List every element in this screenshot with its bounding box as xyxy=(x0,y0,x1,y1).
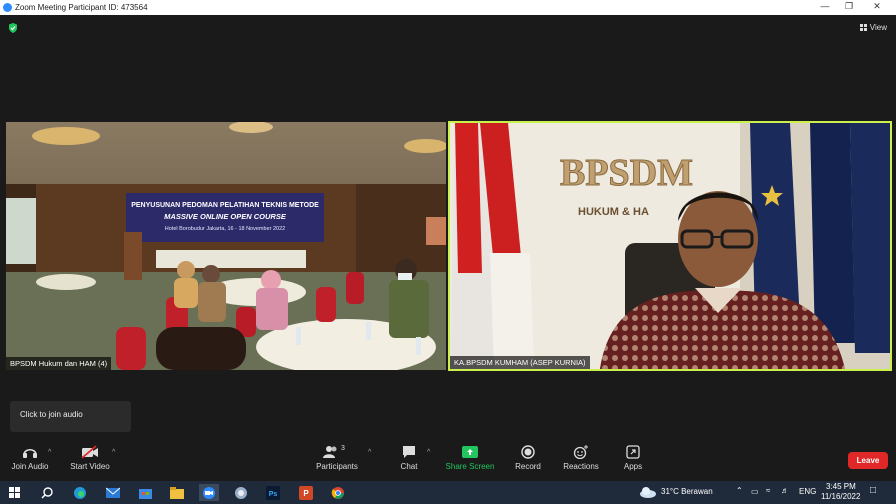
svg-text:P: P xyxy=(303,489,309,498)
participants-label: Participants xyxy=(316,462,358,471)
edge-browser-icon[interactable] xyxy=(70,484,90,501)
participants-caret-icon[interactable]: ^ xyxy=(368,449,371,456)
shield-icon[interactable] xyxy=(8,23,18,33)
speaker-icon[interactable]: ♬ xyxy=(781,486,789,495)
participants-icon: 3 xyxy=(323,445,351,459)
start-video-label: Start Video xyxy=(70,462,110,471)
record-button[interactable]: Record xyxy=(510,445,546,471)
banner-line3: Hotel Borobudur Jakarta, 16 - 18 Novembe… xyxy=(165,226,285,232)
notification-icon[interactable]: □ xyxy=(870,485,876,496)
room-video-frame: PENYUSUNAN PEDOMAN PELATIHAN TEKNIS METO… xyxy=(6,122,446,370)
video-tile-speaker[interactable]: BPSDM HUKUM & HA KA.BPSDM KUMHAM (ASEP K… xyxy=(448,121,892,371)
wifi-icon[interactable]: ≈ xyxy=(766,486,770,495)
join-audio-caret-icon[interactable]: ^ xyxy=(48,449,51,456)
grid-view-icon xyxy=(859,24,867,31)
join-audio-label: Join Audio xyxy=(11,462,49,471)
smiley-icon xyxy=(573,445,588,459)
leave-button[interactable]: Leave xyxy=(848,452,888,469)
reactions-label: Reactions xyxy=(563,462,599,471)
mail-icon[interactable] xyxy=(103,484,123,501)
powerpoint-icon[interactable]: P xyxy=(296,484,316,501)
chat-button[interactable]: Chat xyxy=(392,445,426,471)
language-indicator[interactable]: ENG xyxy=(799,487,816,496)
photoshop-icon[interactable]: Ps xyxy=(263,484,283,501)
participants-button[interactable]: 3 Participants xyxy=(312,445,362,471)
minimize-icon[interactable]: — xyxy=(814,1,836,11)
meeting-area: View PENYUSUNAN PEDOMAN PELATIHAN TEKNIS… xyxy=(0,15,896,441)
app-globe-icon[interactable] xyxy=(231,484,251,501)
zoom-logo-icon xyxy=(3,3,12,12)
participants-count: 3 xyxy=(341,445,345,452)
file-explorer-icon[interactable] xyxy=(167,484,187,501)
reactions-button[interactable]: Reactions xyxy=(560,445,602,471)
participant-name-room: BPSDM Hukum dan HAM (4) xyxy=(6,357,112,370)
participant-name-speaker: KA.BPSDM KUMHAM (ASEP KURNIA) xyxy=(450,356,590,369)
store-icon[interactable] xyxy=(135,484,155,501)
chrome-icon[interactable] xyxy=(328,484,348,501)
battery-icon[interactable]: ▭ xyxy=(751,487,759,496)
wall-title: BPSDM xyxy=(560,152,693,194)
share-screen-button[interactable]: Share Screen xyxy=(444,445,496,471)
banner-line2: MASSIVE ONLINE OPEN COURSE xyxy=(164,212,287,221)
chat-icon xyxy=(403,446,415,458)
close-icon[interactable]: ✕ xyxy=(866,1,888,12)
join-audio-tooltip: Click to join audio xyxy=(10,401,131,432)
window-title: Zoom Meeting Participant ID: 473564 xyxy=(15,3,148,12)
video-off-icon xyxy=(81,445,98,459)
join-audio-button[interactable]: Join Audio xyxy=(8,445,52,471)
headphones-icon xyxy=(23,448,37,458)
banner-line1: PENYUSUNAN PEDOMAN PELATIHAN TEKNIS METO… xyxy=(131,202,319,209)
view-label: View xyxy=(869,23,887,32)
chat-caret-icon[interactable]: ^ xyxy=(427,449,430,456)
apps-button[interactable]: Apps xyxy=(618,445,648,471)
view-button[interactable]: View xyxy=(859,23,887,32)
meeting-toolbar: Join Audio ^ Start Video ^ 3 Participant… xyxy=(0,441,896,481)
video-tile-room[interactable]: PENYUSUNAN PEDOMAN PELATIHAN TEKNIS METO… xyxy=(6,122,446,370)
clock-date[interactable]: 11/16/2022 xyxy=(821,492,860,501)
svg-text:Ps: Ps xyxy=(269,491,278,498)
zoom-taskbar-icon[interactable] xyxy=(199,484,219,501)
search-icon[interactable] xyxy=(37,484,57,501)
speaker-video-frame: BPSDM HUKUM & HA xyxy=(450,123,890,369)
apps-icon xyxy=(626,445,640,459)
windows-start-icon[interactable] xyxy=(4,484,24,501)
clock-time[interactable]: 3:45 PM xyxy=(826,482,856,491)
start-video-caret-icon[interactable]: ^ xyxy=(112,449,115,456)
share-screen-label: Share Screen xyxy=(445,462,495,471)
start-video-button[interactable]: Start Video xyxy=(68,445,112,471)
weather-text[interactable]: 31°C Berawan xyxy=(661,487,713,496)
window-titlebar: Zoom Meeting Participant ID: 473564 — ❐ … xyxy=(0,0,896,15)
windows-taskbar: Ps P 31°C Berawan ⌃ ▭ ≈ ♬ ENG 3:45 PM 11… xyxy=(0,481,896,504)
restore-icon[interactable]: ❐ xyxy=(838,1,860,12)
record-label: Record xyxy=(515,462,541,471)
wall-subtitle: HUKUM & HA xyxy=(578,206,649,218)
apps-label: Apps xyxy=(623,462,643,471)
record-icon xyxy=(521,445,535,459)
share-screen-icon xyxy=(462,446,478,458)
chat-label: Chat xyxy=(400,462,418,471)
tray-chevron-icon[interactable]: ⌃ xyxy=(736,486,743,495)
cloud-weather-icon xyxy=(640,487,656,498)
